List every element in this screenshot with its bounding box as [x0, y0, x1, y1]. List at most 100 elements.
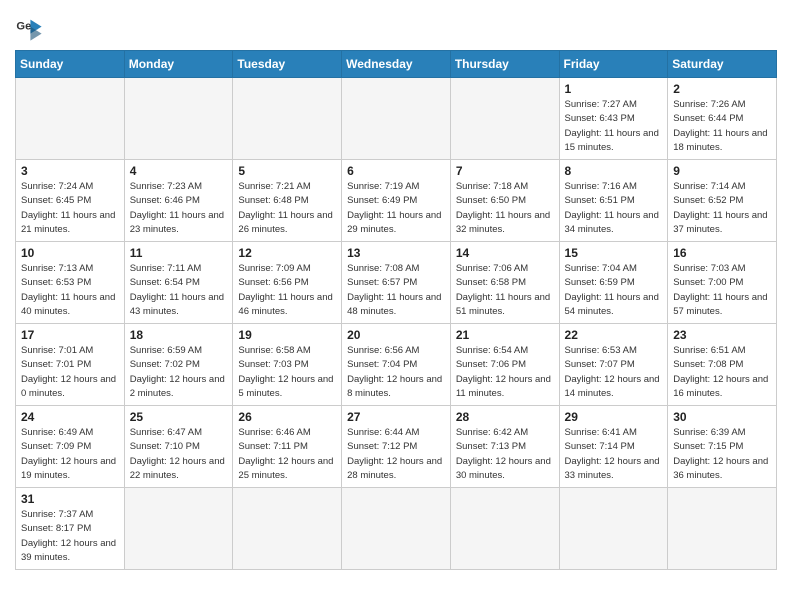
day-number: 1 [565, 82, 663, 96]
calendar-header-row: SundayMondayTuesdayWednesdayThursdayFrid… [16, 51, 777, 78]
calendar-header-wednesday: Wednesday [342, 51, 451, 78]
calendar-cell: 9 Sunrise: 7:14 AM Sunset: 6:52 PM Daylig… [668, 160, 777, 242]
day-info: Sunrise: 7:21 AM Sunset: 6:48 PM Dayligh… [238, 180, 336, 237]
calendar-cell [124, 488, 233, 570]
day-number: 3 [21, 164, 119, 178]
day-info: Sunrise: 6:44 AM Sunset: 7:12 PM Dayligh… [347, 426, 445, 483]
day-info: Sunrise: 6:39 AM Sunset: 7:15 PM Dayligh… [673, 426, 771, 483]
day-number: 10 [21, 246, 119, 260]
day-info: Sunrise: 7:11 AM Sunset: 6:54 PM Dayligh… [130, 262, 228, 319]
day-info: Sunrise: 6:41 AM Sunset: 7:14 PM Dayligh… [565, 426, 663, 483]
day-number: 25 [130, 410, 228, 424]
calendar-cell: 17Sunrise: 7:01 AM Sunset: 7:01 PM Dayli… [16, 324, 125, 406]
day-info: Sunrise: 6:54 AM Sunset: 7:06 PM Dayligh… [456, 344, 554, 401]
day-info: Sunrise: 6:46 AM Sunset: 7:11 PM Dayligh… [238, 426, 336, 483]
calendar-week-4: 17Sunrise: 7:01 AM Sunset: 7:01 PM Dayli… [16, 324, 777, 406]
calendar-cell [233, 488, 342, 570]
calendar-header-sunday: Sunday [16, 51, 125, 78]
calendar-week-6: 31 Sunrise: 7:37 AM Sunset: 8:17 PM Dayli… [16, 488, 777, 570]
day-number: 14 [456, 246, 554, 260]
day-info: Sunrise: 6:56 AM Sunset: 7:04 PM Dayligh… [347, 344, 445, 401]
day-info: Sunrise: 7:06 AM Sunset: 6:58 PM Dayligh… [456, 262, 554, 319]
calendar-cell: 3 Sunrise: 7:24 AM Sunset: 6:45 PM Daylig… [16, 160, 125, 242]
calendar-cell: 13 Sunrise: 7:08 AM Sunset: 6:57 PM Dayli… [342, 242, 451, 324]
day-number: 4 [130, 164, 228, 178]
calendar-cell: 27 Sunrise: 6:44 AM Sunset: 7:12 PM Dayli… [342, 406, 451, 488]
calendar-cell: 15 Sunrise: 7:04 AM Sunset: 6:59 PM Dayli… [559, 242, 668, 324]
logo-icon: Gen [15, 14, 43, 42]
day-number: 31 [21, 492, 119, 506]
day-number: 21 [456, 328, 554, 342]
day-number: 23 [673, 328, 771, 342]
day-info: Sunrise: 6:49 AM Sunset: 7:09 PM Dayligh… [21, 426, 119, 483]
calendar-cell: 26 Sunrise: 6:46 AM Sunset: 7:11 PM Dayli… [233, 406, 342, 488]
calendar-cell: 24 Sunrise: 6:49 AM Sunset: 7:09 PM Dayli… [16, 406, 125, 488]
calendar-cell [450, 488, 559, 570]
logo: Gen [15, 14, 47, 42]
calendar-cell [450, 78, 559, 160]
day-number: 26 [238, 410, 336, 424]
day-info: Sunrise: 6:59 AM Sunset: 7:02 PM Dayligh… [130, 344, 228, 401]
day-number: 6 [347, 164, 445, 178]
calendar-cell: 30 Sunrise: 6:39 AM Sunset: 7:15 PM Dayli… [668, 406, 777, 488]
header: Gen [15, 10, 777, 42]
calendar-cell: 20Sunrise: 6:56 AM Sunset: 7:04 PM Dayli… [342, 324, 451, 406]
calendar-cell: 5Sunrise: 7:21 AM Sunset: 6:48 PM Daylig… [233, 160, 342, 242]
day-info: Sunrise: 6:42 AM Sunset: 7:13 PM Dayligh… [456, 426, 554, 483]
calendar-cell [342, 78, 451, 160]
day-info: Sunrise: 6:58 AM Sunset: 7:03 PM Dayligh… [238, 344, 336, 401]
day-number: 16 [673, 246, 771, 260]
day-number: 2 [673, 82, 771, 96]
day-info: Sunrise: 7:01 AM Sunset: 7:01 PM Dayligh… [21, 344, 119, 401]
calendar-cell: 4 Sunrise: 7:23 AM Sunset: 6:46 PM Daylig… [124, 160, 233, 242]
day-number: 8 [565, 164, 663, 178]
calendar-week-2: 3 Sunrise: 7:24 AM Sunset: 6:45 PM Daylig… [16, 160, 777, 242]
day-info: Sunrise: 7:24 AM Sunset: 6:45 PM Dayligh… [21, 180, 119, 237]
day-info: Sunrise: 7:13 AM Sunset: 6:53 PM Dayligh… [21, 262, 119, 319]
calendar-cell: 12Sunrise: 7:09 AM Sunset: 6:56 PM Dayli… [233, 242, 342, 324]
calendar-cell [16, 78, 125, 160]
calendar-cell: 22Sunrise: 6:53 AM Sunset: 7:07 PM Dayli… [559, 324, 668, 406]
day-number: 9 [673, 164, 771, 178]
calendar-cell: 28 Sunrise: 6:42 AM Sunset: 7:13 PM Dayli… [450, 406, 559, 488]
calendar-header-monday: Monday [124, 51, 233, 78]
day-info: Sunrise: 6:47 AM Sunset: 7:10 PM Dayligh… [130, 426, 228, 483]
calendar-week-3: 10 Sunrise: 7:13 AM Sunset: 6:53 PM Dayli… [16, 242, 777, 324]
calendar-cell: 19Sunrise: 6:58 AM Sunset: 7:03 PM Dayli… [233, 324, 342, 406]
calendar-cell: 31 Sunrise: 7:37 AM Sunset: 8:17 PM Dayli… [16, 488, 125, 570]
calendar-cell [559, 488, 668, 570]
calendar-header-saturday: Saturday [668, 51, 777, 78]
day-number: 27 [347, 410, 445, 424]
calendar-cell: 1Sunrise: 7:27 AM Sunset: 6:43 PM Daylig… [559, 78, 668, 160]
calendar-cell: 21 Sunrise: 6:54 AM Sunset: 7:06 PM Dayli… [450, 324, 559, 406]
day-number: 28 [456, 410, 554, 424]
day-info: Sunrise: 7:08 AM Sunset: 6:57 PM Dayligh… [347, 262, 445, 319]
calendar-week-5: 24 Sunrise: 6:49 AM Sunset: 7:09 PM Dayli… [16, 406, 777, 488]
calendar-cell: 10 Sunrise: 7:13 AM Sunset: 6:53 PM Dayli… [16, 242, 125, 324]
day-number: 30 [673, 410, 771, 424]
day-info: Sunrise: 7:09 AM Sunset: 6:56 PM Dayligh… [238, 262, 336, 319]
calendar-header-thursday: Thursday [450, 51, 559, 78]
day-info: Sunrise: 7:18 AM Sunset: 6:50 PM Dayligh… [456, 180, 554, 237]
day-number: 15 [565, 246, 663, 260]
day-info: Sunrise: 7:03 AM Sunset: 7:00 PM Dayligh… [673, 262, 771, 319]
day-number: 24 [21, 410, 119, 424]
calendar-cell: 8Sunrise: 7:16 AM Sunset: 6:51 PM Daylig… [559, 160, 668, 242]
day-info: Sunrise: 7:23 AM Sunset: 6:46 PM Dayligh… [130, 180, 228, 237]
calendar-cell [668, 488, 777, 570]
day-number: 29 [565, 410, 663, 424]
calendar-header-tuesday: Tuesday [233, 51, 342, 78]
day-number: 13 [347, 246, 445, 260]
calendar-cell [124, 78, 233, 160]
calendar-cell [233, 78, 342, 160]
day-info: Sunrise: 7:19 AM Sunset: 6:49 PM Dayligh… [347, 180, 445, 237]
day-info: Sunrise: 7:04 AM Sunset: 6:59 PM Dayligh… [565, 262, 663, 319]
day-info: Sunrise: 7:14 AM Sunset: 6:52 PM Dayligh… [673, 180, 771, 237]
calendar-cell [342, 488, 451, 570]
day-info: Sunrise: 7:37 AM Sunset: 8:17 PM Dayligh… [21, 508, 119, 565]
calendar-cell: 7Sunrise: 7:18 AM Sunset: 6:50 PM Daylig… [450, 160, 559, 242]
calendar-cell: 29 Sunrise: 6:41 AM Sunset: 7:14 PM Dayli… [559, 406, 668, 488]
day-number: 11 [130, 246, 228, 260]
calendar-cell: 2Sunrise: 7:26 AM Sunset: 6:44 PM Daylig… [668, 78, 777, 160]
calendar-week-1: 1Sunrise: 7:27 AM Sunset: 6:43 PM Daylig… [16, 78, 777, 160]
